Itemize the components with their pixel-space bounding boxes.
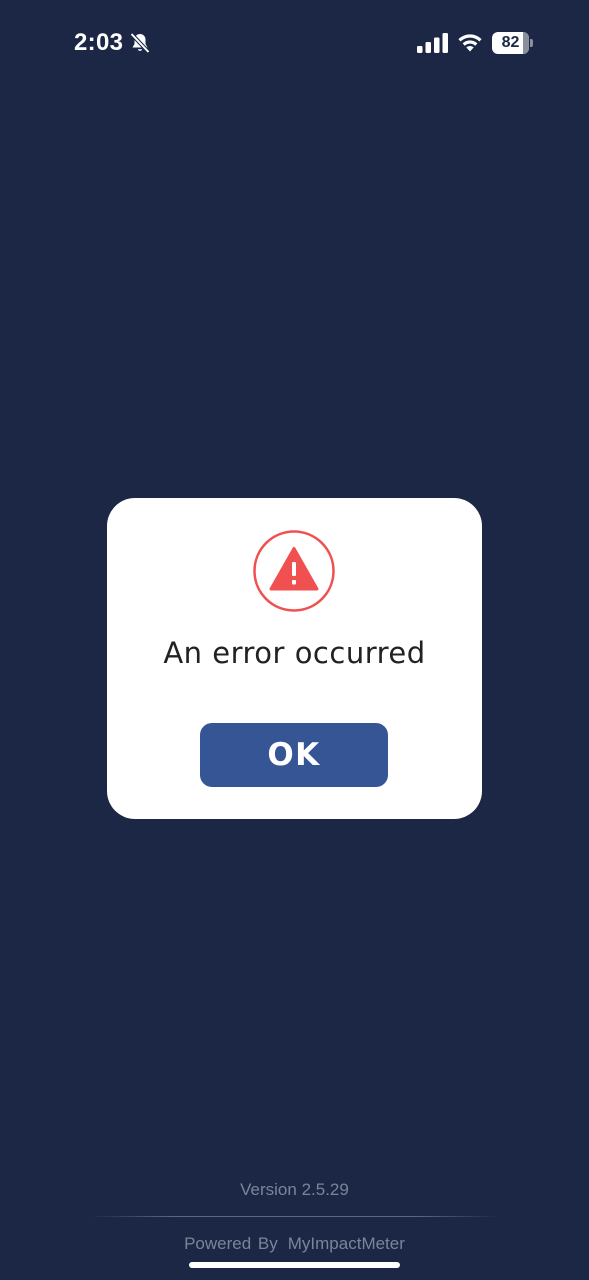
warning-triangle-icon xyxy=(253,530,335,612)
status-time: 2:03 xyxy=(74,29,124,56)
home-indicator[interactable] xyxy=(189,1262,400,1268)
app-version: Version 2.5.29 xyxy=(240,1180,349,1199)
footer-divider xyxy=(90,1216,500,1217)
powered-by-label: Powered By xyxy=(184,1234,278,1253)
powered-by: Powered By MyImpactMeter xyxy=(0,1234,589,1254)
brand-name: MyImpactMeter xyxy=(287,1234,405,1253)
status-bar: 2:03 82 xyxy=(0,0,589,88)
error-dialog: An error occurred OK xyxy=(107,498,482,819)
cellular-signal-icon xyxy=(417,33,448,53)
battery-icon: 82 xyxy=(492,32,534,54)
wifi-icon xyxy=(458,34,482,52)
battery-level: 82 xyxy=(501,34,520,51)
ok-button[interactable]: OK xyxy=(200,723,388,787)
bell-slash-icon xyxy=(130,32,150,54)
error-message: An error occurred xyxy=(163,636,426,670)
